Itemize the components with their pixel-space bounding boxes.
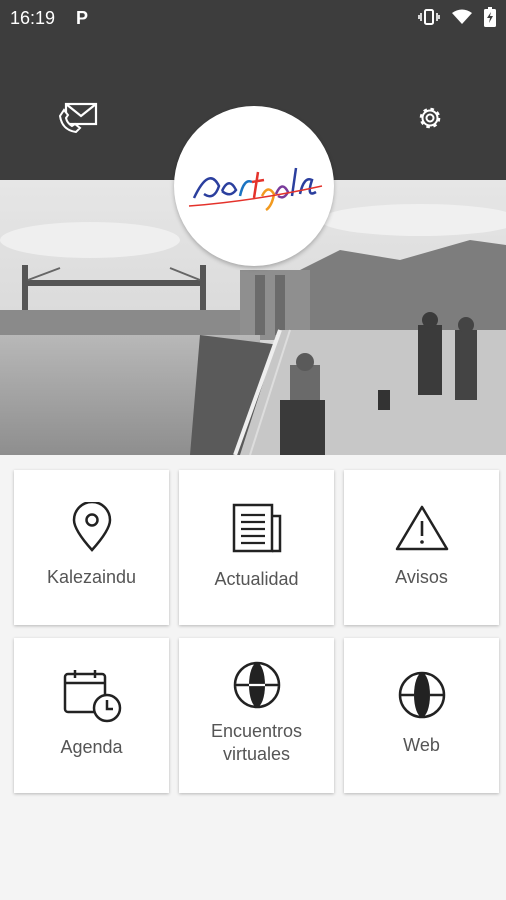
- menu-grid: Kalezaindu Actualidad Avisos Agenda Encu…: [14, 470, 499, 793]
- warning-icon: [395, 505, 448, 551]
- status-time: 16:19: [10, 8, 56, 28]
- parking-app-icon: P: [76, 8, 89, 28]
- menu-tile-encuentros-virtuales[interactable]: Encuentros virtuales: [179, 638, 334, 793]
- menu-label-actualidad: Actualidad: [214, 569, 299, 589]
- newspaper-icon: [232, 503, 281, 553]
- menu-label-web: Web: [403, 735, 440, 755]
- menu-label-avisos: Avisos: [395, 567, 448, 587]
- menu-tile-web[interactable]: Web: [344, 638, 499, 793]
- menu-label-encuentros-virtuales: Encuentros virtuales: [210, 721, 303, 764]
- globe-icon: [398, 671, 445, 719]
- calendar-clock-icon: [63, 670, 121, 723]
- status-bar: 16:19 P: [0, 0, 506, 36]
- menu-tile-agenda[interactable]: Agenda: [14, 638, 169, 793]
- menu-tile-actualidad[interactable]: Actualidad: [179, 470, 334, 625]
- battery-charging-icon: [484, 7, 496, 27]
- contact-mail-icon[interactable]: [58, 102, 98, 134]
- wifi-icon: [452, 9, 472, 24]
- town-logo: [174, 106, 334, 266]
- menu-label-agenda: Agenda: [60, 737, 123, 757]
- portugalete-logo-graphic: [188, 167, 323, 212]
- gear-icon[interactable]: [416, 104, 444, 132]
- vibrate-icon: [418, 9, 440, 25]
- globe-icon: [233, 661, 280, 709]
- menu-tile-avisos[interactable]: Avisos: [344, 470, 499, 625]
- map-pin-icon: [72, 502, 111, 552]
- menu-tile-kalezaindu[interactable]: Kalezaindu: [14, 470, 169, 625]
- menu-label-kalezaindu: Kalezaindu: [46, 567, 137, 587]
